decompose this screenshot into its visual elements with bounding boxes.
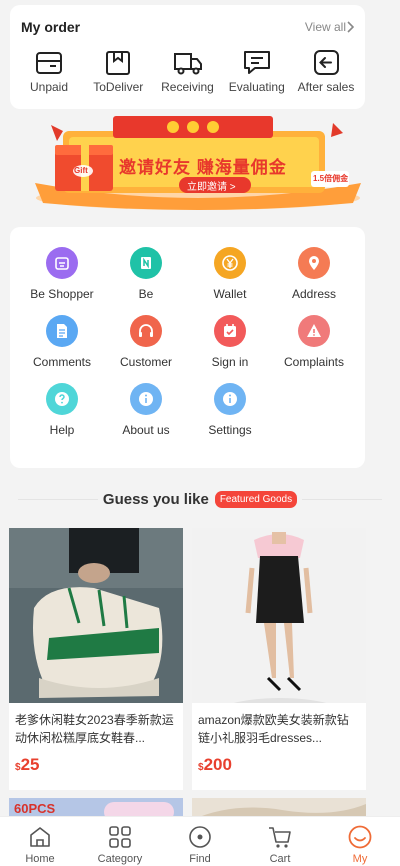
order-todeliver[interactable]: ToDeliver: [85, 49, 151, 94]
package-icon: [106, 51, 131, 75]
tab-cart-label: Cart: [269, 853, 291, 865]
tab-home-label: Home: [25, 853, 55, 865]
services-card: Be Shopper Be Wallet Address Comments Cu…: [10, 227, 365, 468]
service-label: Help: [49, 423, 75, 437]
order-after-sales-label: After sales: [297, 80, 355, 94]
service-be-shopper[interactable]: Be Shopper: [20, 247, 104, 301]
product-title: amazon爆款欧美女装新款钻链小礼服羽毛dresses...: [198, 713, 349, 745]
tab-category[interactable]: Category: [80, 817, 160, 866]
tab-my[interactable]: My: [320, 817, 400, 866]
service-customer[interactable]: Customer: [104, 315, 188, 369]
product-image-dress: [192, 528, 366, 703]
order-evaluating[interactable]: Evaluating: [224, 49, 290, 94]
service-wallet[interactable]: Wallet: [188, 247, 272, 301]
banner-headline: 邀请好友 赚海量佣金: [119, 158, 287, 177]
order-evaluating-label: Evaluating: [228, 80, 285, 94]
chevron-right-icon: [347, 21, 354, 33]
warning-icon: [298, 315, 330, 347]
service-label: About us: [122, 423, 170, 437]
service-label: Complaints: [283, 355, 345, 369]
invite-friends-banner[interactable]: 邀请好友 赚海量佣金 立即邀请 > 1.5倍佣金 Gift: [33, 113, 363, 213]
order-status-row: Unpaid ToDeliver Receiving Evaluating Af…: [10, 35, 365, 94]
compass-icon: [189, 826, 211, 848]
guess-title: Guess you like: [102, 490, 209, 508]
service-be[interactable]: Be: [104, 247, 188, 301]
comment-icon: [243, 51, 270, 74]
order-unpaid-label: Unpaid: [29, 80, 69, 94]
services-grid: Be Shopper Be Wallet Address Comments Cu…: [10, 227, 365, 437]
calendar-check-icon: [214, 315, 246, 347]
wallet-icon: [36, 52, 62, 74]
gift-label: Gift: [74, 166, 88, 175]
yen-icon: [214, 247, 246, 279]
order-todeliver-label: ToDeliver: [93, 80, 144, 94]
bottom-tab-bar: Home Category Find Cart My: [0, 816, 400, 866]
banner-commission-badge: 1.5倍佣金: [313, 174, 349, 183]
product-title: 老爹休闲鞋女2023春季新款运动休闲松糕厚底女鞋春...: [15, 713, 174, 745]
home-icon: [30, 827, 50, 847]
tab-cart[interactable]: Cart: [240, 817, 320, 866]
order-header: My order View all: [10, 5, 365, 35]
order-receiving[interactable]: Receiving: [155, 49, 221, 94]
document-icon: [46, 315, 78, 347]
banner-cta-button[interactable]: 立即邀请 >: [187, 178, 236, 193]
price-value: 25: [20, 755, 40, 774]
info-icon: [214, 383, 246, 415]
guess-you-like-header: Guess you like Featured Goods: [0, 488, 400, 510]
price-value: 200: [203, 755, 232, 774]
featured-goods-tag: Featured Goods: [214, 490, 298, 508]
service-label: Sign in: [211, 355, 249, 369]
order-after-sales[interactable]: After sales: [293, 49, 359, 94]
truck-icon: [173, 53, 202, 75]
service-label: Address: [291, 287, 337, 301]
return-icon: [314, 50, 339, 75]
tab-find[interactable]: Find: [160, 817, 240, 866]
service-label: Settings: [208, 423, 252, 437]
question-icon: [46, 383, 78, 415]
service-label: Be: [138, 287, 154, 301]
n-badge-icon: [130, 247, 162, 279]
peek-label: 60PCS: [14, 801, 56, 816]
my-order-card: My order View all Unpaid ToDeliver Recei…: [10, 5, 365, 109]
info-icon: [130, 383, 162, 415]
product-price: $200: [192, 749, 366, 781]
service-label: Wallet: [213, 287, 247, 301]
service-label: Customer: [119, 355, 172, 369]
service-sign-in[interactable]: Sign in: [188, 315, 272, 369]
product-card[interactable]: 老爹休闲鞋女2023春季新款运动休闲松糕厚底女鞋春... $25: [9, 528, 183, 790]
service-label: Be Shopper: [30, 287, 94, 301]
order-unpaid[interactable]: Unpaid: [16, 49, 82, 94]
tab-my-label: My: [352, 853, 368, 865]
service-about-us[interactable]: About us: [104, 383, 188, 437]
service-comments[interactable]: Comments: [20, 315, 104, 369]
tab-category-label: Category: [97, 853, 143, 865]
view-all-link[interactable]: View all: [305, 20, 354, 34]
order-title: My order: [21, 19, 81, 35]
service-address[interactable]: Address: [272, 247, 356, 301]
service-help[interactable]: Help: [20, 383, 104, 437]
headset-icon: [130, 315, 162, 347]
service-label: Comments: [32, 355, 91, 369]
service-settings[interactable]: Settings: [188, 383, 272, 437]
cart-icon: [269, 827, 291, 848]
grid-icon: [109, 826, 131, 848]
shop-icon: [46, 247, 78, 279]
product-card[interactable]: amazon爆款欧美女装新款钻链小礼服羽毛dresses... $200: [192, 528, 366, 790]
view-all-label: View all: [304, 20, 346, 34]
order-receiving-label: Receiving: [161, 80, 214, 94]
product-price: $25: [9, 749, 183, 781]
tab-find-label: Find: [189, 853, 211, 865]
product-image-sneakers: [9, 528, 183, 703]
service-complaints[interactable]: Complaints: [272, 315, 356, 369]
smile-icon: [348, 825, 372, 849]
location-pin-icon: [298, 247, 330, 279]
tab-home[interactable]: Home: [0, 817, 80, 866]
